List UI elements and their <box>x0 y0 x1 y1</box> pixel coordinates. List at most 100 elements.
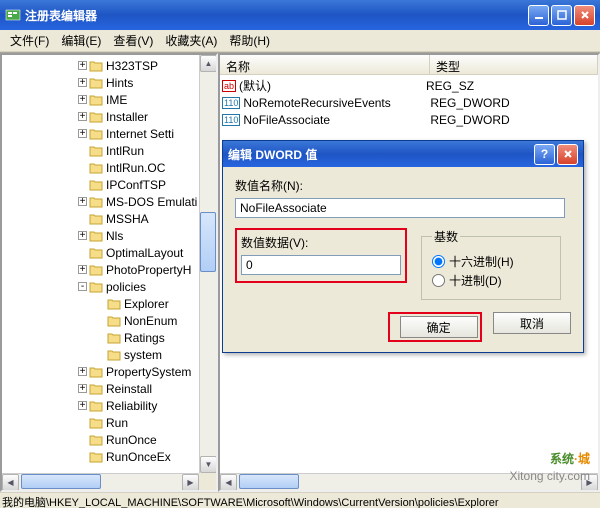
list-row[interactable]: 110NoFileAssociateREG_DWORD <box>222 111 596 128</box>
tree-item[interactable]: OptimalLayout <box>2 244 216 261</box>
folder-icon <box>89 400 103 412</box>
tree-item[interactable]: + Nls <box>2 227 216 244</box>
tree-item[interactable]: NonEnum <box>2 312 216 329</box>
tree-item[interactable]: -policies <box>2 278 216 295</box>
maximize-button[interactable] <box>551 5 572 26</box>
dialog-help-button[interactable]: ? <box>534 144 555 165</box>
folder-icon <box>89 145 103 157</box>
tree-item[interactable]: IPConfTSP <box>2 176 216 193</box>
minimize-button[interactable] <box>528 5 549 26</box>
radio-hex[interactable] <box>432 255 445 268</box>
tree-item-label: Run <box>106 416 128 430</box>
scroll-left-icon[interactable]: ◀ <box>2 474 19 491</box>
tree-item[interactable]: MSSHA <box>2 210 216 227</box>
list-scrollbar-h[interactable]: ◀ ▶ <box>220 473 598 490</box>
menu-view[interactable]: 查看(V) <box>107 30 159 51</box>
tree-item[interactable]: + H323TSP <box>2 57 216 74</box>
tree-item[interactable]: Explorer <box>2 295 216 312</box>
expand-icon[interactable]: + <box>78 401 87 410</box>
folder-icon <box>89 451 103 463</box>
string-value-icon: ab <box>222 80 236 92</box>
list-row[interactable]: 110NoRemoteRecursiveEventsREG_DWORD <box>222 94 596 111</box>
dialog-close-button[interactable] <box>557 144 578 165</box>
expand-icon[interactable]: + <box>78 384 87 393</box>
tree-item[interactable]: + Installer <box>2 108 216 125</box>
scroll-right-icon[interactable]: ▶ <box>182 474 199 491</box>
folder-icon <box>107 315 121 327</box>
tree-item[interactable]: +Reliability <box>2 397 216 414</box>
tree-item[interactable]: IntlRun.OC <box>2 159 216 176</box>
folder-icon <box>107 332 121 344</box>
scroll-up-icon[interactable]: ▲ <box>200 55 217 72</box>
cancel-button[interactable]: 取消 <box>493 312 571 334</box>
value-name-input[interactable] <box>235 198 565 218</box>
list-row[interactable]: ab(默认)REG_SZ <box>222 77 596 94</box>
tree-item[interactable]: + IME <box>2 91 216 108</box>
expand-icon[interactable]: + <box>78 129 87 138</box>
expand-icon[interactable]: + <box>78 61 87 70</box>
window-title: 注册表编辑器 <box>25 7 526 24</box>
tree-item-label: Explorer <box>124 297 169 311</box>
tree-item[interactable]: IntlRun <box>2 142 216 159</box>
registry-tree[interactable]: +H323TSP+Hints+IME+Installer+Internet Se… <box>2 55 216 465</box>
tree-item-label: OptimalLayout <box>106 246 183 260</box>
tree-item[interactable]: RunOnceEx <box>2 448 216 465</box>
value-type: REG_DWORD <box>430 96 509 110</box>
base-fieldset: 基数 十六进制(H) 十进制(D) <box>421 228 561 300</box>
folder-icon <box>89 281 103 293</box>
menu-help[interactable]: 帮助(H) <box>223 30 276 51</box>
tree-item-label: IME <box>106 93 127 107</box>
value-name: NoFileAssociate <box>243 113 430 127</box>
folder-icon <box>89 264 103 276</box>
folder-icon <box>89 230 103 242</box>
tree-item-label: RunOnce <box>106 433 157 447</box>
scroll-down-icon[interactable]: ▼ <box>200 456 217 473</box>
tree-scrollbar-h[interactable]: ◀ ▶ <box>2 473 199 490</box>
radio-dec[interactable] <box>432 274 445 287</box>
tree-item-label: system <box>124 348 162 362</box>
menu-favorites[interactable]: 收藏夹(A) <box>159 30 223 51</box>
tree-item[interactable]: Ratings <box>2 329 216 346</box>
tree-item[interactable]: RunOnce <box>2 431 216 448</box>
tree-item-label: IntlRun <box>106 144 144 158</box>
tree-item-label: Internet Setti <box>106 127 174 141</box>
ok-button[interactable]: 确定 <box>400 316 478 338</box>
expand-icon[interactable]: + <box>78 95 87 104</box>
window-titlebar: 注册表编辑器 <box>0 0 600 30</box>
list-body[interactable]: ab(默认)REG_SZ110NoRemoteRecursiveEventsRE… <box>220 75 598 130</box>
tree-scrollbar-v[interactable]: ▲ ▼ <box>199 55 216 473</box>
collapse-icon[interactable]: - <box>78 282 87 291</box>
tree-item[interactable]: + Internet Setti <box>2 125 216 142</box>
tree-item[interactable]: +Reinstall <box>2 380 216 397</box>
folder-icon <box>89 60 103 72</box>
col-type[interactable]: 类型 <box>430 55 598 74</box>
tree-item[interactable]: +PhotoPropertyH <box>2 261 216 278</box>
value-data-input[interactable] <box>241 255 401 275</box>
scroll-left-icon[interactable]: ◀ <box>220 474 237 491</box>
tree-item-label: Installer <box>106 110 148 124</box>
tree-item-label: MS-DOS Emulati <box>106 195 197 209</box>
close-button[interactable] <box>574 5 595 26</box>
folder-icon <box>89 128 103 140</box>
expand-icon[interactable]: + <box>78 265 87 274</box>
tree-item-label: H323TSP <box>106 59 158 73</box>
tree-item-label: Nls <box>106 229 123 243</box>
folder-icon <box>89 179 103 191</box>
tree-item[interactable]: system <box>2 346 216 363</box>
expand-icon[interactable]: + <box>78 231 87 240</box>
tree-item[interactable]: Run <box>2 414 216 431</box>
scroll-right-icon[interactable]: ▶ <box>581 474 598 491</box>
menu-file[interactable]: 文件(F) <box>4 30 55 51</box>
radio-dec-label: 十进制(D) <box>449 272 502 289</box>
menu-edit[interactable]: 编辑(E) <box>55 30 107 51</box>
folder-icon <box>89 417 103 429</box>
expand-icon[interactable]: + <box>78 367 87 376</box>
expand-icon[interactable]: + <box>78 197 87 206</box>
tree-pane: +H323TSP+Hints+IME+Installer+Internet Se… <box>0 53 218 492</box>
col-name[interactable]: 名称 <box>220 55 430 74</box>
tree-item[interactable]: +PropertySystem <box>2 363 216 380</box>
tree-item[interactable]: + MS-DOS Emulati <box>2 193 216 210</box>
expand-icon[interactable]: + <box>78 78 87 87</box>
expand-icon[interactable]: + <box>78 112 87 121</box>
tree-item[interactable]: +Hints <box>2 74 216 91</box>
